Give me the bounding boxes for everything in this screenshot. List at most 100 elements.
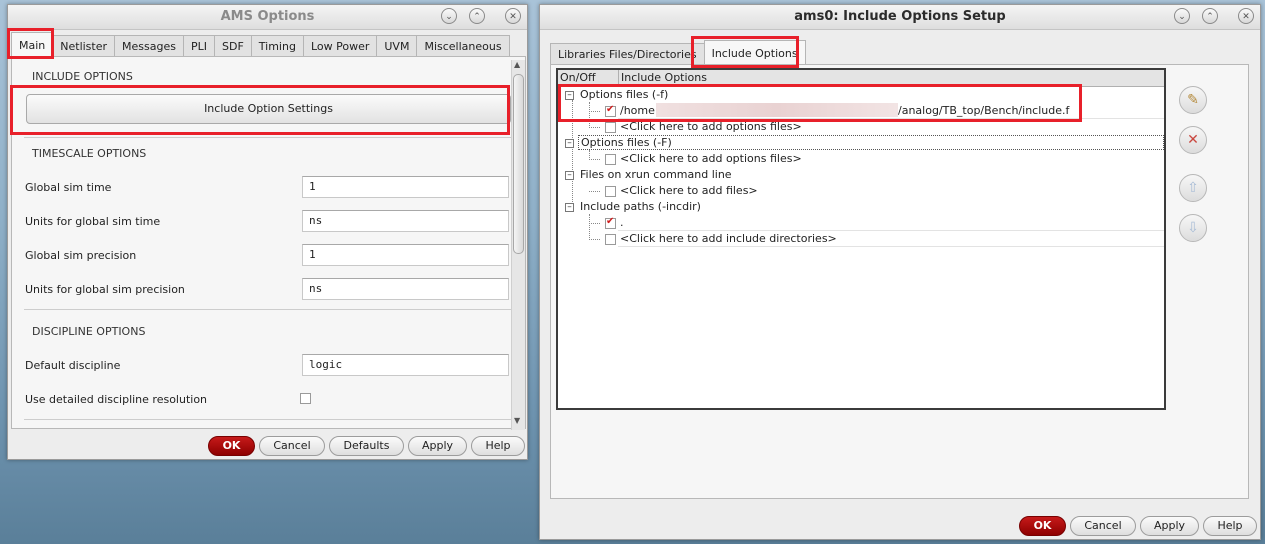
delete-icon[interactable]: ✕ <box>1179 126 1207 154</box>
include-options-tree: On/Off Include Options – Options files (… <box>556 68 1166 410</box>
item-checkbox[interactable] <box>605 122 616 133</box>
row-divider <box>618 230 1164 231</box>
ams-defaults-button[interactable]: Defaults <box>329 436 404 456</box>
detailed-discipline-resolution-checkbox[interactable] <box>300 393 311 404</box>
include-window-controls: ⌄ ⌃ ✕ <box>1174 8 1254 24</box>
maximize-icon[interactable]: ⌃ <box>1202 8 1218 24</box>
default-discipline-input[interactable]: logic <box>302 354 509 376</box>
tree-group-xrun-files[interactable]: Files on xrun command line <box>580 168 732 181</box>
include-option-settings-button[interactable]: Include Option Settings <box>26 94 511 124</box>
include-window-title: ams0: Include Options Setup <box>794 9 1006 24</box>
tab-timing[interactable]: Timing <box>250 35 304 56</box>
collapse-toggle-icon[interactable]: – <box>565 91 574 100</box>
minimize-icon[interactable]: ⌄ <box>1174 8 1190 24</box>
scrollbar-thumb[interactable] <box>513 74 524 254</box>
units-global-sim-precision-label: Units for global sim precision <box>25 283 185 296</box>
item-checkbox[interactable] <box>605 186 616 197</box>
include-ok-button[interactable]: OK <box>1019 516 1066 536</box>
item-checkbox[interactable] <box>605 216 616 229</box>
ams-tab-bar: Main Netlister Messages PLI SDF Timing L… <box>11 32 510 56</box>
move-up-icon[interactable]: ⇧ <box>1179 174 1207 202</box>
include-apply-button[interactable]: Apply <box>1140 516 1199 536</box>
tab-netlister[interactable]: Netlister <box>52 35 116 56</box>
item-checkbox[interactable] <box>605 154 616 165</box>
collapse-toggle-icon[interactable]: – <box>565 203 574 212</box>
minimize-icon[interactable]: ⌄ <box>441 8 457 24</box>
scroll-up-icon[interactable]: ▲ <box>514 60 520 69</box>
collapse-toggle-icon[interactable]: – <box>565 171 574 180</box>
tree-line <box>589 191 600 192</box>
tree-line <box>589 239 600 240</box>
maximize-icon[interactable]: ⌃ <box>469 8 485 24</box>
divider <box>24 419 518 420</box>
timescale-options-heading: TIMESCALE OPTIONS <box>32 147 147 160</box>
tab-messages[interactable]: Messages <box>114 35 184 56</box>
include-options-heading: INCLUDE OPTIONS <box>32 70 133 83</box>
item-checkbox[interactable] <box>605 234 616 245</box>
tab-sdf[interactable]: SDF <box>214 35 252 56</box>
tree-line <box>589 102 590 128</box>
tab-main[interactable]: Main <box>11 32 54 56</box>
tree-group-options-files-f[interactable]: Options files (-f) <box>580 88 668 101</box>
include-titlebar[interactable]: ams0: Include Options Setup ⌄ ⌃ ✕ <box>540 5 1260 30</box>
tab-libraries-files[interactable]: Libraries Files/Directories <box>550 43 705 64</box>
close-icon[interactable]: ✕ <box>1238 8 1254 24</box>
discipline-options-heading: DISCIPLINE OPTIONS <box>32 325 146 338</box>
ams-titlebar[interactable]: AMS Options ⌄ ⌃ ✕ <box>8 5 527 30</box>
add-options-files-f-item[interactable]: <Click here to add options files> <box>620 120 802 133</box>
ams-vertical-scrollbar[interactable]: ▲ ▼ <box>511 60 525 430</box>
include-path-dot-item[interactable]: . <box>620 216 624 229</box>
ams-main-panel: INCLUDE OPTIONS Include Option Settings … <box>11 56 526 429</box>
global-sim-precision-input[interactable]: 1 <box>302 244 509 266</box>
global-sim-precision-label: Global sim precision <box>25 249 137 262</box>
scroll-down-icon[interactable]: ▼ <box>514 416 520 425</box>
ams-options-window: AMS Options ⌄ ⌃ ✕ Main Netlister Message… <box>7 4 528 460</box>
tree-group-options-files-F[interactable]: Options files (-F) <box>578 135 1164 150</box>
collapse-toggle-icon[interactable]: – <box>565 139 574 148</box>
close-icon[interactable]: ✕ <box>505 8 521 24</box>
tree-header: On/Off Include Options <box>558 70 1164 87</box>
tab-low-power[interactable]: Low Power <box>302 35 378 56</box>
move-down-icon[interactable]: ⇩ <box>1179 214 1207 242</box>
ams-help-button[interactable]: Help <box>471 436 525 456</box>
include-file-path-start[interactable]: /home <box>620 104 655 117</box>
ams-apply-button[interactable]: Apply <box>408 436 467 456</box>
units-global-sim-time-input[interactable]: ns <box>302 210 509 232</box>
include-cancel-button[interactable]: Cancel <box>1070 516 1136 536</box>
tree-line <box>589 159 600 160</box>
add-include-directories-item[interactable]: <Click here to add include directories> <box>620 232 837 245</box>
tab-miscellaneous[interactable]: Miscellaneous <box>416 35 510 56</box>
ams-window-controls: ⌄ ⌃ ✕ <box>441 8 521 24</box>
divider <box>24 137 518 138</box>
units-global-sim-precision-input[interactable]: ns <box>302 278 509 300</box>
global-sim-time-input[interactable]: 1 <box>302 176 509 198</box>
include-tab-bar: Libraries Files/Directories Include Opti… <box>550 40 806 64</box>
default-discipline-label: Default discipline <box>25 359 121 372</box>
divider <box>24 309 518 310</box>
tab-pli[interactable]: PLI <box>182 35 215 56</box>
add-files-item[interactable]: <Click here to add files> <box>620 184 758 197</box>
item-checkbox[interactable] <box>605 104 616 117</box>
tree-line <box>589 127 600 128</box>
tab-include-options[interactable]: Include Options <box>703 40 806 64</box>
units-global-sim-time-label: Units for global sim time <box>25 215 161 228</box>
add-options-files-F-item[interactable]: <Click here to add options files> <box>620 152 802 165</box>
tab-uvm[interactable]: UVM <box>376 35 418 56</box>
row-divider <box>618 246 1164 247</box>
row-divider <box>618 118 1164 119</box>
ams-cancel-button[interactable]: Cancel <box>259 436 325 456</box>
detailed-discipline-resolution-label: Use detailed discipline resolution <box>25 393 208 406</box>
tree-group-include-paths[interactable]: Include paths (-incdir) <box>580 200 701 213</box>
redacted-path <box>656 103 898 117</box>
tree-line <box>589 223 600 224</box>
include-help-button[interactable]: Help <box>1203 516 1257 536</box>
global-sim-time-label: Global sim time <box>25 181 112 194</box>
tree-line <box>589 111 600 112</box>
tree-line <box>589 214 590 240</box>
include-file-path-end[interactable]: /analog/TB_top/Bench/include.f <box>898 104 1069 117</box>
tree-line <box>572 100 573 210</box>
ams-ok-button[interactable]: OK <box>208 436 255 456</box>
edit-icon[interactable]: ✎ <box>1179 86 1207 114</box>
column-include-options[interactable]: Include Options <box>618 70 707 85</box>
column-on-off[interactable]: On/Off <box>560 71 596 84</box>
